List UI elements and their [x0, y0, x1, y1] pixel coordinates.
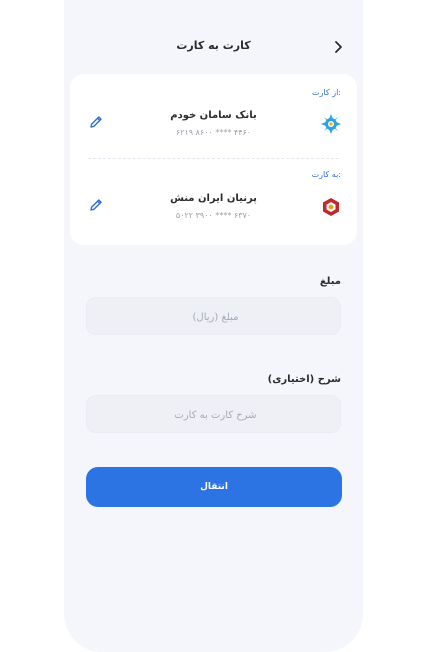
chevron-right-icon[interactable] [331, 39, 345, 53]
from-bank-name: بانک سامان خودم [170, 110, 257, 121]
phone-screen: کارت به کارت از کارت: بانک سامان خودم ۶۲… [64, 0, 363, 652]
saman-bank-logo-icon [321, 114, 341, 134]
description-field [86, 395, 344, 434]
amount-field [86, 297, 344, 336]
from-card-label: از کارت: [312, 88, 341, 97]
melli-bank-logo-icon [321, 197, 341, 217]
description-input[interactable] [87, 396, 344, 434]
description-label: شرح (اختیاری) [267, 374, 341, 385]
from-card-number: ۶۲۱۹ ۸۶۰۰ **** ۴۴۶۰ [175, 128, 252, 137]
page-title: کارت به کارت [176, 39, 251, 52]
to-card-label: به کارت: [311, 170, 341, 179]
amount-label: مبلغ [319, 276, 341, 287]
from-card-row: بانک سامان خودم ۶۲۱۹ ۸۶۰۰ **** ۴۴۶۰ [70, 110, 357, 150]
transfer-button[interactable]: انتقال [86, 467, 342, 507]
divider [88, 158, 339, 159]
edit-from-card-pencil-icon[interactable] [88, 114, 104, 130]
to-bank-name: پرنیان ایران منش [170, 193, 257, 204]
cards-panel: از کارت: بانک سامان خودم ۶۲۱۹ ۸۶۰۰ **** … [70, 74, 357, 245]
header: کارت به کارت [64, 36, 363, 58]
edit-to-card-pencil-icon[interactable] [88, 197, 104, 213]
to-card-row: پرنیان ایران منش ۵۰۲۲ ۳۹۰۰ **** ۶۳۷۰ [70, 193, 357, 233]
amount-input[interactable] [87, 298, 344, 336]
to-card-number: ۵۰۲۲ ۳۹۰۰ **** ۶۳۷۰ [175, 211, 252, 220]
